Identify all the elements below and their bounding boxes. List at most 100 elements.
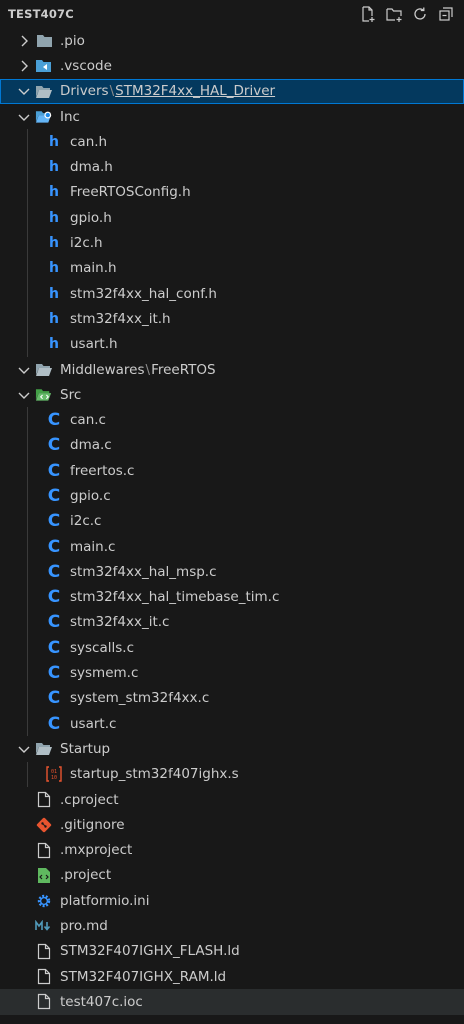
file-label: dma.h	[70, 159, 113, 176]
folder-open-icon	[35, 82, 53, 100]
chevron-right-icon[interactable]	[16, 58, 32, 74]
tree-item-file[interactable]: h FreeRTOSConfig.h	[0, 179, 464, 206]
tree-item-file[interactable]: platformio.ini	[0, 888, 464, 913]
file-label: test407c.ioc	[60, 993, 143, 1010]
tree-item-file[interactable]: pro.md	[0, 913, 464, 938]
src-folder-icon	[35, 386, 53, 404]
file-label: can.c	[70, 412, 106, 429]
folder-label[interactable]: FreeRTOS	[151, 362, 216, 378]
tree-item-file[interactable]: h main.h	[0, 255, 464, 281]
c-file-icon: C	[47, 688, 61, 709]
file-label: stm32f4xx_hal_conf.h	[70, 285, 217, 302]
c-file-icon: C	[47, 536, 61, 557]
file-label: sysmem.c	[70, 665, 139, 682]
tree-item-file[interactable]: h stm32f4xx_hal_conf.h	[0, 280, 464, 307]
chevron-right-icon[interactable]	[16, 33, 32, 49]
tree-item-file[interactable]: Ccan.c	[0, 407, 464, 433]
chevron-down-icon[interactable]	[16, 741, 32, 757]
tree-item-file[interactable]: Cmain.c	[0, 533, 464, 560]
file-label: FreeRTOSConfig.h	[70, 184, 191, 201]
file-label: usart.c	[70, 715, 117, 732]
tree-item-inc[interactable]: Inc	[0, 104, 464, 129]
folder-label[interactable]: Middlewares	[60, 362, 145, 378]
tree-item-file[interactable]: Cstm32f4xx_hal_timebase_tim.c	[0, 584, 464, 610]
file-icon	[35, 791, 53, 809]
tree-item-file[interactable]: h stm32f4xx_it.h	[0, 306, 464, 332]
c-file-icon: C	[47, 587, 61, 608]
h-file-icon: h	[49, 184, 59, 201]
tree-item-drivers[interactable]: Drivers\STM32F4xx_HAL_Driver	[0, 78, 464, 104]
tree-item-pio[interactable]: .pio	[0, 28, 464, 53]
tree-item-file[interactable]: Cfreertos.c	[0, 458, 464, 484]
tree-item-middlewares[interactable]: Middlewares\FreeRTOS	[0, 357, 464, 382]
tree-item-vscode[interactable]: .vscode	[0, 53, 464, 78]
include-folder-icon	[35, 108, 53, 126]
new-file-icon[interactable]	[358, 4, 378, 24]
file-label: gpio.c	[70, 487, 111, 504]
tree-item-src[interactable]: Src	[0, 382, 464, 407]
folder-open-icon	[35, 740, 53, 758]
c-file-icon: C	[47, 435, 61, 456]
h-file-icon: h	[49, 133, 59, 150]
tree-item-startup[interactable]: Startup	[0, 736, 464, 761]
tree-item-file[interactable]: Cstm32f4xx_it.c	[0, 609, 464, 636]
svg-text:10: 10	[51, 775, 57, 781]
tree-item-file[interactable]: h i2c.h	[0, 230, 464, 256]
workspace-title[interactable]: TEST407C	[8, 7, 74, 21]
file-label: startup_stm32f407ighx.s	[70, 766, 239, 783]
refresh-icon[interactable]	[410, 4, 430, 24]
folder-label: .vscode	[60, 57, 112, 74]
chevron-down-icon[interactable]	[16, 362, 32, 378]
file-icon	[35, 968, 53, 986]
markdown-icon	[35, 917, 53, 935]
file-label: can.h	[70, 133, 108, 150]
h-file-icon: h	[49, 285, 59, 302]
folder-label[interactable]: Drivers	[60, 83, 109, 99]
file-label: STM32F407IGHX_RAM.ld	[60, 968, 227, 985]
assembly-file-icon: 01 10	[45, 765, 63, 783]
folder-label: .pio	[60, 32, 85, 49]
tree-item-file[interactable]: Csysmem.c	[0, 660, 464, 686]
tree-item-file[interactable]: STM32F407IGHX_RAM.ld	[0, 964, 464, 989]
tree-item-file[interactable]: .project	[0, 863, 464, 888]
tree-item-file[interactable]: Cusart.c	[0, 711, 464, 737]
c-file-icon: C	[47, 410, 61, 431]
file-label: stm32f4xx_hal_msp.c	[70, 563, 217, 580]
tree-item-file[interactable]: .mxproject	[0, 838, 464, 863]
collapse-all-icon[interactable]	[436, 4, 456, 24]
file-label: i2c.h	[70, 235, 103, 252]
chevron-down-icon[interactable]	[16, 83, 32, 99]
folder-label[interactable]: STM32F4xx_HAL_Driver	[115, 83, 275, 99]
file-icon	[35, 942, 53, 960]
tree-item-file[interactable]: Cgpio.c	[0, 483, 464, 509]
chevron-down-icon[interactable]	[16, 109, 32, 125]
tree-item-file[interactable]: .cproject	[0, 787, 464, 812]
tree-item-file[interactable]: 01 10 startup_stm32f407ighx.s	[0, 761, 464, 787]
tree-item-file[interactable]: Ci2c.c	[0, 508, 464, 534]
tree-item-file[interactable]: Csystem_stm32f4xx.c	[0, 685, 464, 712]
tree-item-file[interactable]: h can.h	[0, 129, 464, 155]
tree-item-file[interactable]: Csyscalls.c	[0, 635, 464, 661]
chevron-down-icon[interactable]	[16, 387, 32, 403]
tree-item-file[interactable]: Cdma.c	[0, 432, 464, 459]
tree-item-file[interactable]: .gitignore	[0, 812, 464, 837]
compact-folder-path: Drivers\STM32F4xx_HAL_Driver	[60, 83, 275, 99]
tree-item-file[interactable]: h usart.h	[0, 331, 464, 357]
project-file-icon	[35, 866, 53, 884]
tree-item-file[interactable]: h gpio.h	[0, 205, 464, 231]
tree-item-file[interactable]: STM32F407IGHX_FLASH.ld	[0, 939, 464, 964]
file-label: .cproject	[60, 791, 119, 808]
h-file-icon: h	[49, 336, 59, 353]
file-label: STM32F407IGHX_FLASH.ld	[60, 943, 240, 960]
file-icon	[35, 841, 53, 859]
c-file-icon: C	[47, 713, 61, 734]
h-file-icon: h	[49, 260, 59, 277]
tree-item-file[interactable]: h dma.h	[0, 154, 464, 180]
file-label: platformio.ini	[60, 892, 150, 909]
tree-item-file[interactable]: test407c.ioc	[0, 989, 464, 1015]
file-label: .mxproject	[60, 842, 133, 859]
file-label: gpio.h	[70, 209, 112, 226]
tree-item-file[interactable]: Cstm32f4xx_hal_msp.c	[0, 559, 464, 585]
file-label: freertos.c	[70, 462, 135, 479]
new-folder-icon[interactable]	[384, 4, 404, 24]
